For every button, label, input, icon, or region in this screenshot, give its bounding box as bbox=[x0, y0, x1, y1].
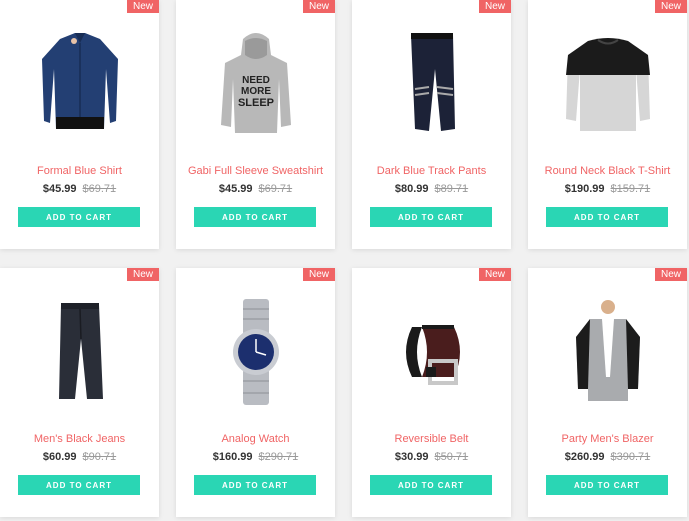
old-price: $90.71 bbox=[82, 451, 117, 463]
product-price: $80.99 bbox=[394, 183, 429, 195]
new-badge: New bbox=[126, 268, 159, 281]
add-to-cart-button[interactable]: ADD TO CART bbox=[370, 207, 492, 227]
new-badge: New bbox=[478, 268, 511, 281]
track-pants-icon[interactable] bbox=[352, 24, 511, 144]
new-badge: New bbox=[478, 0, 511, 13]
product-title[interactable]: Round Neck Black T-Shirt bbox=[528, 165, 687, 177]
product-price: $30.99 bbox=[394, 451, 429, 463]
old-price: $390.71 bbox=[610, 451, 651, 463]
product-card[interactable]: New Reversible Belt $30.99 $50.71 ADD TO … bbox=[352, 268, 511, 517]
sweatshirt-icon[interactable]: NEED MORE SLEEP bbox=[176, 24, 335, 144]
product-title[interactable]: Reversible Belt bbox=[352, 433, 511, 445]
product-card[interactable]: New Men's Black Jeans $60.99 $90.71 ADD T… bbox=[0, 268, 159, 517]
add-to-cart-button[interactable]: ADD TO CART bbox=[546, 207, 668, 227]
add-to-cart-button[interactable]: ADD TO CART bbox=[546, 475, 668, 495]
watch-icon[interactable] bbox=[176, 292, 335, 412]
product-card[interactable]: New Analog Watch $160.99 $290.71 ADD TO C… bbox=[176, 268, 335, 517]
blazer-icon[interactable] bbox=[528, 292, 687, 412]
product-card[interactable]: New NEED MORE SLEEP Gabi Full Sleeve Swe… bbox=[176, 0, 335, 249]
print-line: NEED bbox=[242, 75, 270, 86]
add-to-cart-button[interactable]: ADD TO CART bbox=[18, 475, 140, 495]
old-price: $290.71 bbox=[258, 451, 299, 463]
product-card[interactable]: New Party Men's Blazer $260.99 $390.71 AD… bbox=[528, 268, 687, 517]
new-badge: New bbox=[654, 0, 687, 13]
new-badge: New bbox=[654, 268, 687, 281]
product-title[interactable]: Analog Watch bbox=[176, 433, 335, 445]
product-price: $260.99 bbox=[564, 451, 605, 463]
old-price: $89.71 bbox=[434, 183, 469, 195]
product-title[interactable]: Gabi Full Sleeve Sweatshirt bbox=[176, 165, 335, 177]
product-price: $45.99 bbox=[218, 183, 253, 195]
add-to-cart-button[interactable]: ADD TO CART bbox=[18, 207, 140, 227]
print-line: SLEEP bbox=[237, 97, 273, 109]
product-title[interactable]: Party Men's Blazer bbox=[528, 433, 687, 445]
product-title[interactable]: Men's Black Jeans bbox=[0, 433, 159, 445]
new-badge: New bbox=[126, 0, 159, 13]
product-card[interactable]: New Formal Blue Shirt $45.99 $69.71 ADD T… bbox=[0, 0, 159, 249]
product-price: $60.99 bbox=[42, 451, 77, 463]
print-line: MORE bbox=[241, 86, 271, 97]
new-badge: New bbox=[302, 268, 335, 281]
old-price: $50.71 bbox=[434, 451, 469, 463]
add-to-cart-button[interactable]: ADD TO CART bbox=[370, 475, 492, 495]
belt-icon[interactable] bbox=[352, 292, 511, 412]
new-badge: New bbox=[302, 0, 335, 13]
old-price: $69.71 bbox=[258, 183, 293, 195]
old-price: $69.71 bbox=[82, 183, 117, 195]
product-price: $190.99 bbox=[564, 183, 605, 195]
product-price: $160.99 bbox=[212, 451, 253, 463]
product-card[interactable]: New Dark Blue Track Pants $80.99 $89.71 A… bbox=[352, 0, 511, 249]
jeans-icon[interactable] bbox=[0, 292, 159, 412]
product-price: $45.99 bbox=[42, 183, 77, 195]
add-to-cart-button[interactable]: ADD TO CART bbox=[194, 207, 316, 227]
blue-shirt-icon[interactable] bbox=[0, 24, 159, 144]
tshirt-icon[interactable] bbox=[528, 24, 687, 144]
product-title[interactable]: Formal Blue Shirt bbox=[0, 165, 159, 177]
add-to-cart-button[interactable]: ADD TO CART bbox=[194, 475, 316, 495]
product-card[interactable]: New Round Neck Black T-Shirt $190.99 $159… bbox=[528, 0, 687, 249]
product-title[interactable]: Dark Blue Track Pants bbox=[352, 165, 511, 177]
old-price: $159.71 bbox=[610, 183, 651, 195]
